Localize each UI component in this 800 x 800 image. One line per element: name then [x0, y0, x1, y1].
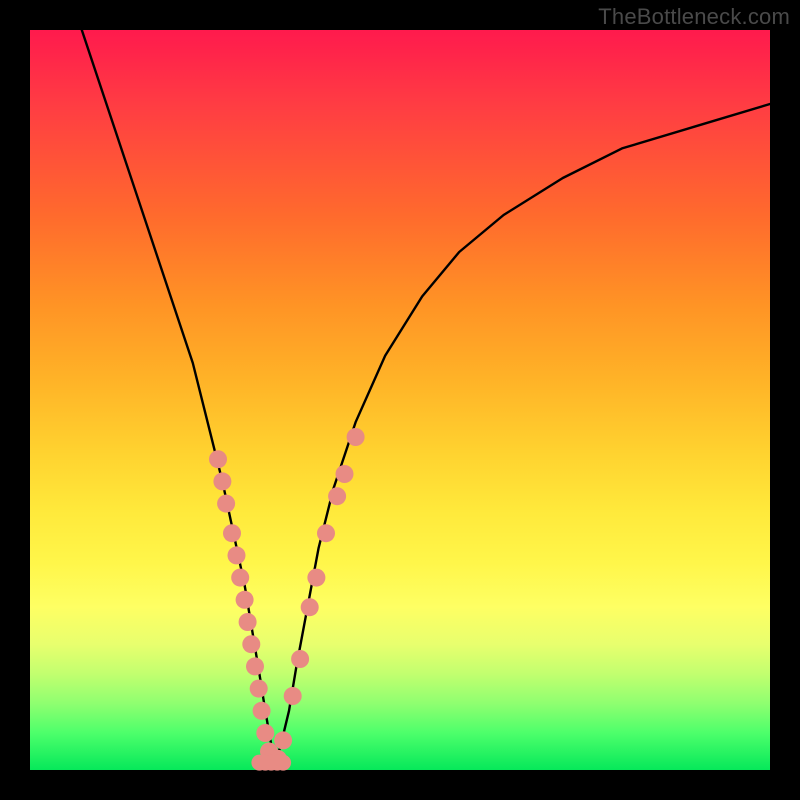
markers-left [209, 450, 278, 760]
outer-frame: TheBottleneck.com [0, 0, 800, 800]
plot-area [30, 30, 770, 770]
chart-svg [30, 30, 770, 770]
markers-bottom [251, 755, 291, 771]
watermark-text: TheBottleneck.com [598, 4, 790, 30]
markers-right [269, 428, 365, 768]
curve-line [82, 30, 770, 763]
